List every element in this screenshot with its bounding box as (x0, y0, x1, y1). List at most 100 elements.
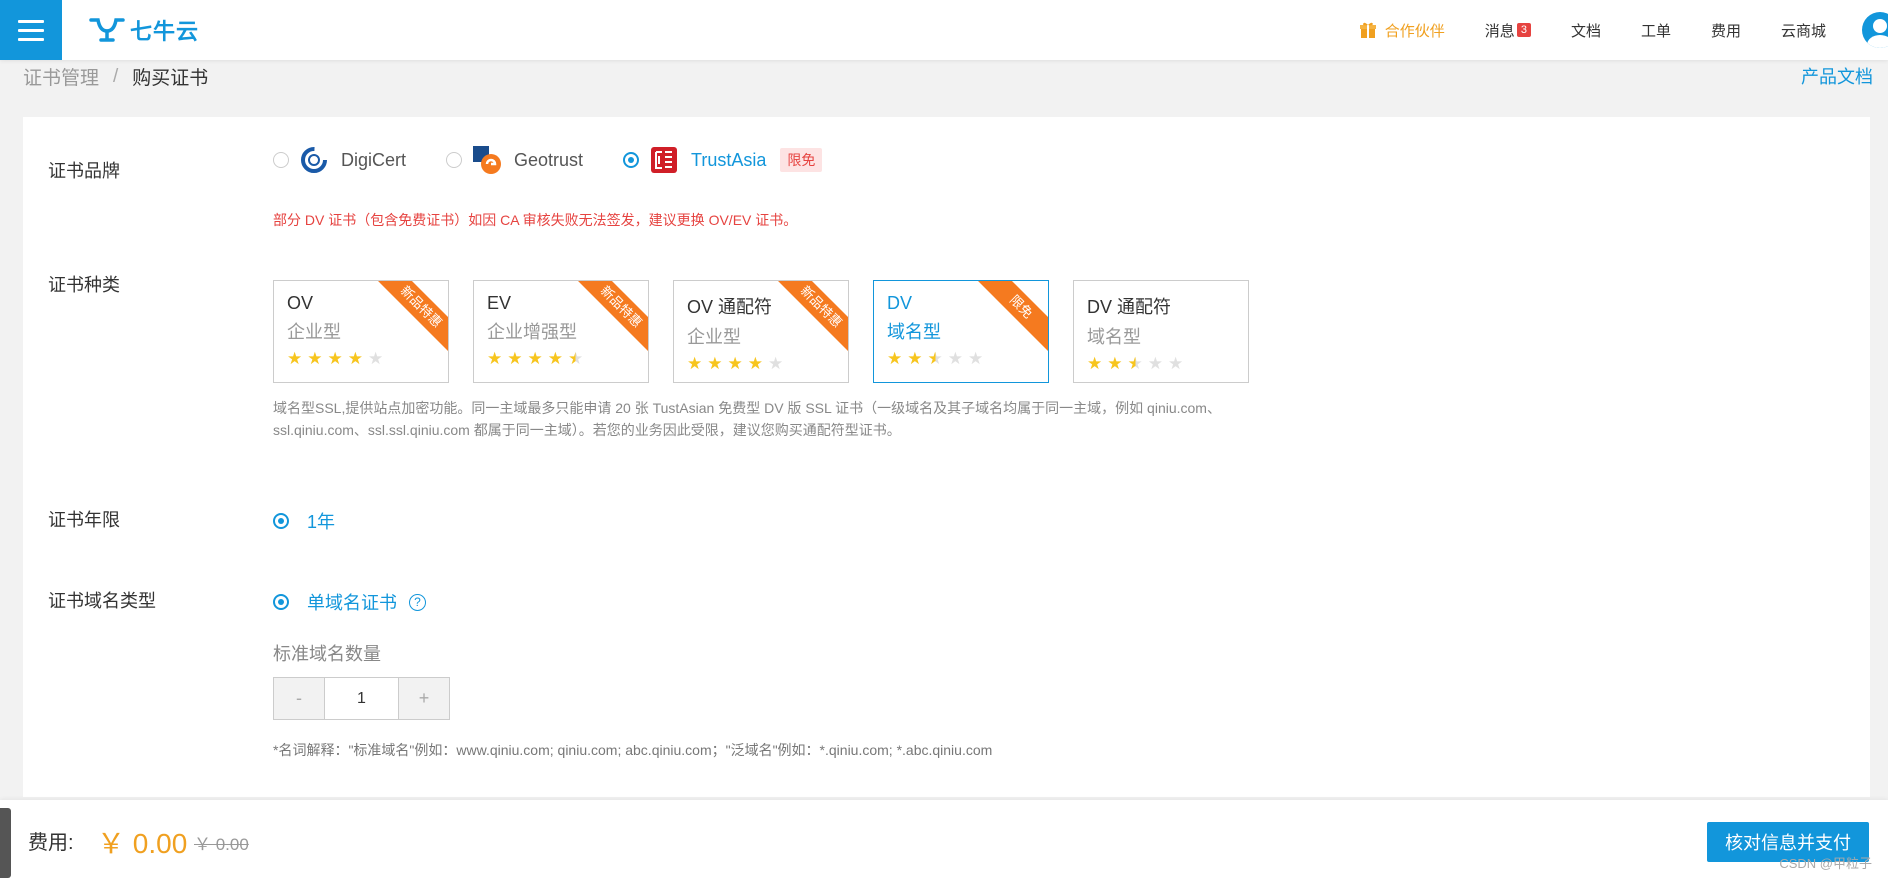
rating-stars: ★ ★ ★ ★ ★ (487, 350, 635, 367)
brand-options: DigiCert Geotrust TrustAsia 限免 (273, 145, 862, 175)
footer-bar (0, 800, 1888, 879)
quantity-stepper: - 1 + (273, 677, 450, 720)
rating-stars: ★ ★ ★ ★ ★ (1087, 355, 1235, 372)
star-full-icon: ★ (1107, 354, 1123, 373)
star-empty-icon: ★ (1168, 354, 1184, 373)
nav-tickets[interactable]: 工单 (1641, 20, 1671, 41)
type-subtitle: 企业增强型 (487, 322, 577, 342)
star-full-icon: ★ (307, 349, 323, 368)
period-label: 证书年限 (48, 510, 120, 530)
type-options: OV 企业型 ★ ★ ★ ★ ★ 新品特惠 EV 企业增强型 ★ ★ ★ ★ ★ 新品特惠 OV… (273, 280, 1249, 383)
trustasia-logo-icon (649, 145, 679, 175)
star-full-icon: ★ (887, 349, 903, 368)
domain-type-radio[interactable] (273, 594, 289, 610)
type-card-dv[interactable]: DV 域名型 ★ ★ ★ ★ ★ 限免 (873, 280, 1049, 383)
brand-warning-text: 部分 DV 证书（包含免费证书）如因 CA 审核失败无法签发，建议更换 OV/E… (273, 212, 798, 228)
increment-button[interactable]: + (399, 678, 449, 719)
breadcrumb-current: 购买证书 (132, 68, 209, 89)
product-doc-link[interactable]: 产品文档 (1801, 63, 1873, 89)
nav-messages-label: 消息 (1484, 22, 1515, 40)
type-card-ov-wildcard[interactable]: OV 通配符 企业型 ★ ★ ★ ★ ★ 新品特惠 (673, 280, 849, 383)
star-half-icon: ★ (568, 349, 584, 368)
period-option-1year[interactable]: 1年 (273, 508, 335, 534)
nav-market[interactable]: 云商城 (1781, 20, 1826, 41)
star-half-icon: ★ (927, 349, 943, 368)
fee-price: ￥ 0.00 (97, 828, 188, 859)
domain-type-option-single: 单域名证书 ? (273, 589, 426, 615)
rating-stars: ★ ★ ★ ★ ★ (687, 355, 835, 372)
qiniu-logo-icon (89, 18, 125, 42)
star-empty-icon: ★ (968, 349, 984, 368)
star-half-icon: ★ (1127, 354, 1143, 373)
gift-icon (1359, 22, 1376, 38)
glossary-note: *名词解释："标准域名"例如：www.qiniu.com; qiniu.com;… (273, 742, 993, 758)
purchase-form-card: 证书品牌 DigiCert Geotrust TrustAsia 限免 部分 D… (23, 117, 1870, 797)
type-card-ev[interactable]: EV 企业增强型 ★ ★ ★ ★ ★ 新品特惠 (473, 280, 649, 383)
quantity-input[interactable]: 1 (324, 678, 399, 719)
nav-messages[interactable]: 消息 3 (1485, 20, 1531, 41)
star-empty-icon: ★ (768, 354, 784, 373)
star-full-icon: ★ (287, 349, 303, 368)
type-name: DV 通配符 (1087, 297, 1172, 317)
brand-option-trustasia[interactable]: TrustAsia 限免 (623, 145, 823, 175)
rating-stars: ★ ★ ★ ★ ★ (287, 350, 435, 367)
nav-docs[interactable]: 文档 (1571, 20, 1601, 41)
domain-type-option-label[interactable]: 单域名证书 (307, 589, 397, 615)
top-navigation-bar: 七牛云 合作伙伴 消息 3 文档 工单 费用 云商城 (0, 0, 1888, 60)
hamburger-menu-icon[interactable] (0, 0, 62, 60)
star-full-icon: ★ (707, 354, 723, 373)
star-full-icon: ★ (547, 349, 563, 368)
breadcrumb-parent[interactable]: 证书管理 (23, 63, 99, 90)
qiniu-logo[interactable]: 七牛云 (88, 14, 199, 46)
breadcrumb: 证书管理 / 购买证书 (23, 63, 208, 90)
free-tag: 限免 (780, 148, 823, 172)
nav-billing[interactable]: 费用 (1711, 20, 1741, 41)
messages-count-badge: 3 (1516, 23, 1531, 37)
nav-partner-label: 合作伙伴 (1384, 22, 1445, 40)
star-full-icon: ★ (507, 349, 523, 368)
period-option-label: 1年 (307, 512, 336, 532)
fee-label: 费用: (28, 832, 74, 854)
brand-name-digicert: DigiCert (341, 149, 407, 170)
brand-radio-digicert[interactable] (273, 152, 289, 168)
rating-stars: ★ ★ ★ ★ ★ (887, 350, 1035, 367)
brand-option-geotrust[interactable]: Geotrust (446, 145, 583, 175)
star-empty-icon: ★ (1147, 354, 1163, 373)
header-nav: 合作伙伴 消息 3 文档 工单 费用 云商城 (1319, 0, 1888, 60)
digicert-logo-icon (299, 145, 329, 175)
period-radio[interactable] (273, 513, 289, 529)
type-card-ov[interactable]: OV 企业型 ★ ★ ★ ★ ★ 新品特惠 (273, 280, 449, 383)
nav-partner[interactable]: 合作伙伴 (1359, 20, 1445, 41)
brand-name-trustasia: TrustAsia (691, 149, 767, 170)
decrement-button[interactable]: - (274, 678, 324, 719)
type-subtitle: 域名型 (1087, 327, 1141, 347)
star-full-icon: ★ (747, 354, 763, 373)
brand-radio-trustasia[interactable] (623, 152, 640, 168)
star-full-icon: ★ (907, 349, 923, 368)
user-avatar[interactable] (1862, 12, 1888, 48)
breadcrumb-separator: / (113, 65, 119, 87)
star-empty-icon: ★ (368, 349, 384, 368)
type-subtitle: 域名型 (887, 322, 941, 342)
star-full-icon: ★ (527, 349, 543, 368)
type-subtitle: 企业型 (687, 327, 741, 347)
brand-name-geotrust: Geotrust (514, 149, 584, 170)
original-price: ￥ 0.00 (194, 835, 249, 854)
brand-option-digicert[interactable]: DigiCert (273, 145, 406, 175)
star-full-icon: ★ (347, 349, 363, 368)
brand-label: 证书品牌 (48, 161, 120, 181)
brand-radio-geotrust[interactable] (446, 152, 463, 168)
type-card-dv-wildcard[interactable]: DV 通配符 域名型 ★ ★ ★ ★ ★ (1073, 280, 1249, 383)
type-description: 域名型SSL,提供站点加密功能。同一主域最多只能申请 20 张 TustAsia… (273, 400, 1221, 438)
watermark: CSDN @甲粒子 (1779, 856, 1872, 871)
help-icon[interactable]: ? (409, 593, 426, 611)
star-full-icon: ★ (1087, 354, 1103, 373)
star-full-icon: ★ (487, 349, 503, 368)
star-full-icon: ★ (727, 354, 743, 373)
type-label: 证书种类 (48, 275, 120, 295)
logo-text: 七牛云 (130, 19, 200, 44)
star-full-icon: ★ (327, 349, 343, 368)
star-empty-icon: ★ (947, 349, 963, 368)
side-handle[interactable] (0, 808, 11, 878)
quantity-label: 标准域名数量 (273, 644, 381, 664)
